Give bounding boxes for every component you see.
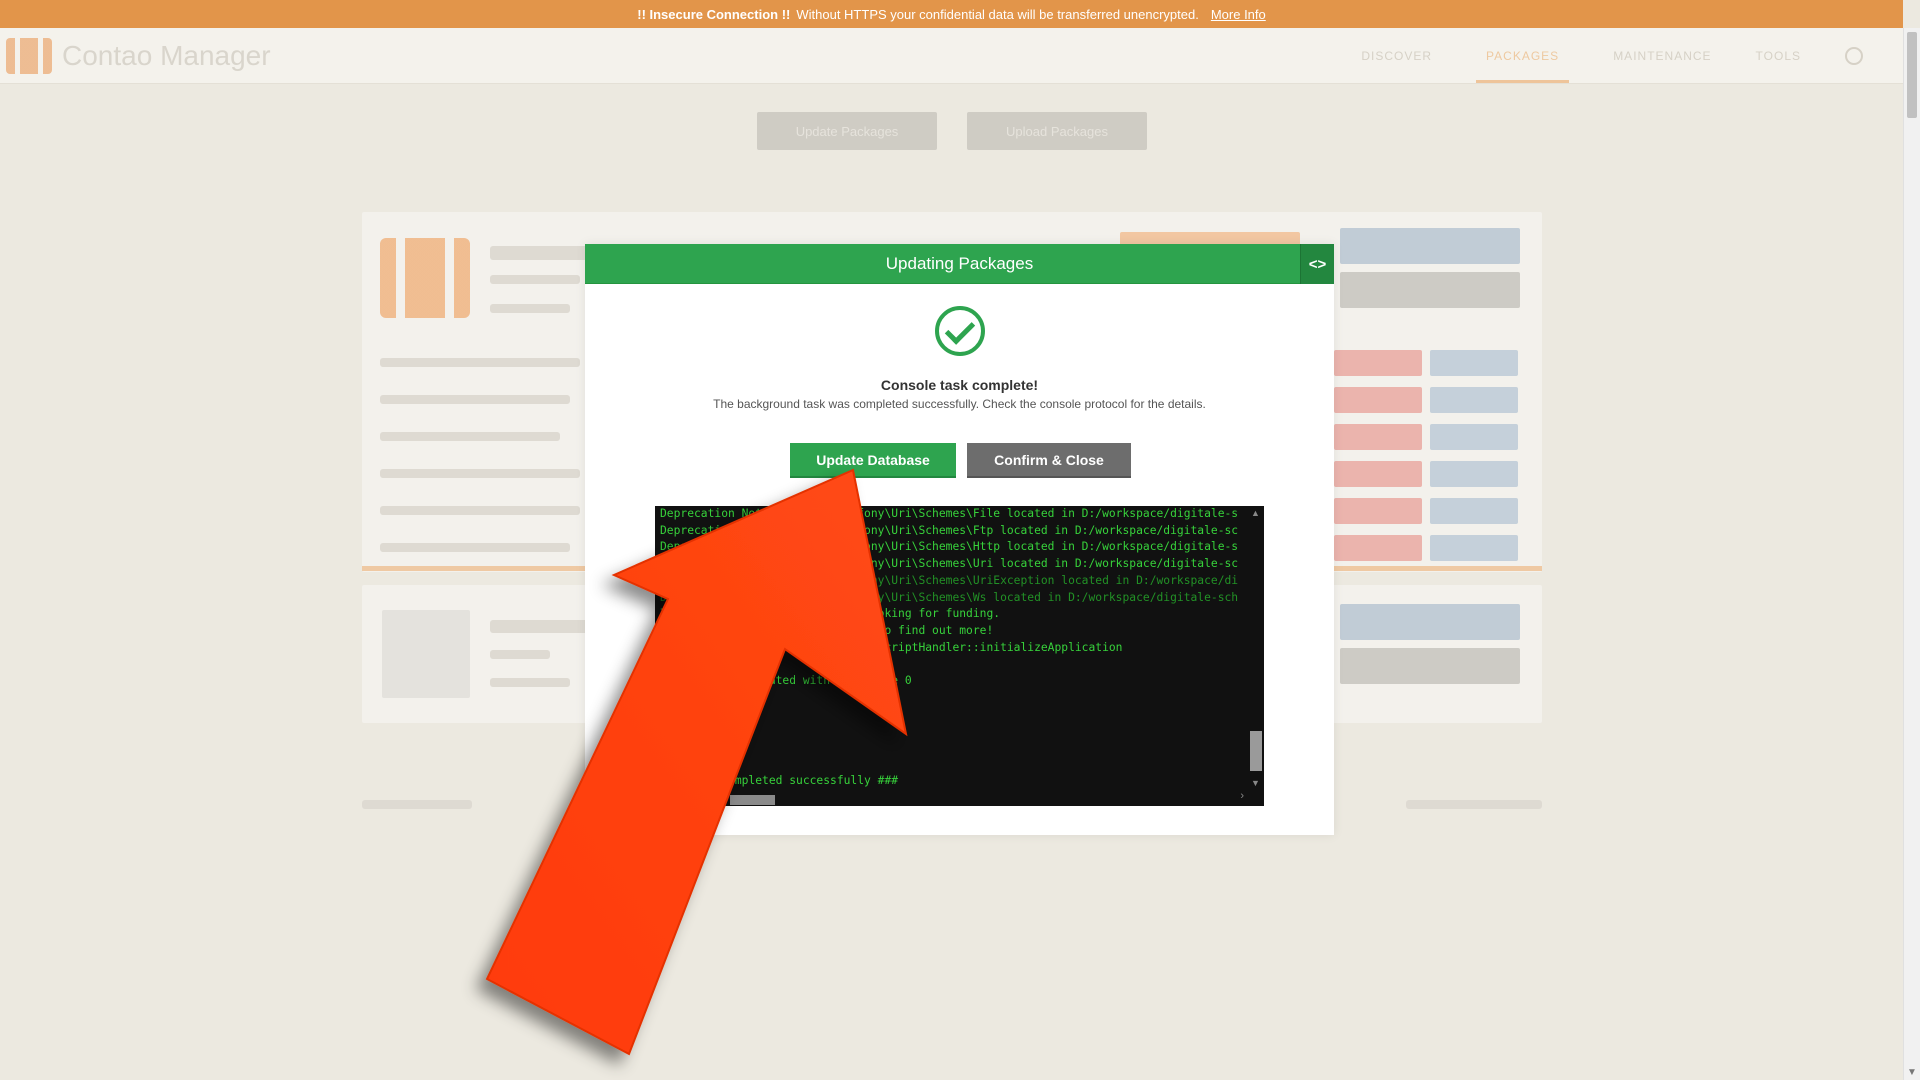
app-title: Contao Manager xyxy=(62,40,271,71)
status-text: The background task was completed succes… xyxy=(713,397,1206,411)
scrollbar-thumb[interactable] xyxy=(1907,32,1917,118)
console-line: Use the `composer fund` command to find … xyxy=(660,623,994,637)
nav-tools[interactable]: TOOLS xyxy=(1756,49,1801,63)
app-header: Contao Manager DISCOVER PACKAGES MAINTEN… xyxy=(0,28,1903,84)
contao-package-icon xyxy=(380,238,470,318)
code-icon: <> xyxy=(1308,255,1327,273)
console-scrollbar-thumb[interactable] xyxy=(1250,731,1262,771)
console-line: Deprecation Notice: Class Symfony\Uri\Sc… xyxy=(660,523,1239,537)
console-output[interactable]: Deprecation Notice: Class Symfony\Uri\Sc… xyxy=(655,506,1264,806)
console-vertical-scrollbar[interactable]: ▲ ▼ xyxy=(1248,506,1264,806)
updating-packages-dialog: Updating Packages <> Console task comple… xyxy=(585,244,1334,835)
more-info-link[interactable]: More Info xyxy=(1211,7,1266,22)
console-line: Deprecation Notice: Class Symfony\Uri\Sc… xyxy=(660,557,1239,571)
warning-text: Without HTTPS your confidential data wil… xyxy=(796,6,1199,22)
console-line: Deprecation Notice: Class Symfony\Uri\Sc… xyxy=(660,507,1239,520)
dialog-header: Updating Packages <> xyxy=(585,244,1334,284)
console-line: Deprecation Notice: Class Symfony\Uri\Sc… xyxy=(660,540,1239,554)
success-check-icon xyxy=(935,306,985,356)
console-line: # Result: OK xyxy=(660,690,742,704)
status-title: Console task complete! xyxy=(880,377,1039,393)
update-button[interactable] xyxy=(1340,272,1520,308)
console-toggle-button[interactable]: <> xyxy=(1300,244,1334,284)
app-logo[interactable]: Contao Manager xyxy=(6,38,271,74)
nav-maintenance[interactable]: MAINTENANCE xyxy=(1613,49,1711,63)
insecure-connection-banner: !! Insecure Connection !! Without HTTPS … xyxy=(0,0,1903,28)
nav-packages[interactable]: PACKAGES xyxy=(1476,29,1570,83)
console-line: > Contao\ManagerBundle\Composer\ScriptHa… xyxy=(660,640,1123,654)
confirm-close-button[interactable]: Confirm & Close xyxy=(967,443,1131,478)
console-line: Deprecation Notice: Class Symfony\Uri\Sc… xyxy=(660,590,1239,604)
upload-packages-button[interactable]: Upload Packages xyxy=(967,112,1147,150)
gear-icon[interactable] xyxy=(1845,47,1863,65)
main-nav: DISCOVER PACKAGES MAINTENANCE TOOLS xyxy=(1361,28,1863,84)
update-packages-button[interactable]: Update Packages xyxy=(757,112,937,150)
scroll-down-icon[interactable]: ▼ xyxy=(1251,778,1260,788)
dialog-title: Updating Packages xyxy=(885,253,1034,273)
nav-discover[interactable]: DISCOVER xyxy=(1361,49,1432,63)
image-placeholder-icon xyxy=(382,610,470,698)
scroll-down-icon[interactable]: ▼ xyxy=(1907,1067,1917,1078)
scroll-up-icon[interactable]: ▲ xyxy=(1251,508,1260,518)
console-line: ### Task completed successfully ### xyxy=(660,774,899,788)
console-line: 76 packages you are using are looking fo… xyxy=(660,607,1001,621)
page-scrollbar[interactable]: ▼ xyxy=(1903,28,1920,1080)
console-text: Deprecation Notice: Class Symfony\Uri\Sc… xyxy=(655,506,1264,790)
console-horizontal-scrollbar[interactable]: › xyxy=(655,790,1248,806)
update-database-button[interactable]: Update Database xyxy=(790,443,956,478)
console-line: Deprecation Notice: Class Symfony\Uri\Sc… xyxy=(660,573,1239,587)
console-line: # Process terminated with exit code 0 xyxy=(660,674,912,688)
details-small-button[interactable] xyxy=(1430,350,1518,376)
remove-button[interactable] xyxy=(1334,350,1422,376)
details-button[interactable] xyxy=(1340,228,1520,264)
warning-title: !! Insecure Connection !! xyxy=(637,6,791,22)
contao-logo-icon xyxy=(6,38,52,74)
scroll-right-icon[interactable]: › xyxy=(1240,790,1244,802)
